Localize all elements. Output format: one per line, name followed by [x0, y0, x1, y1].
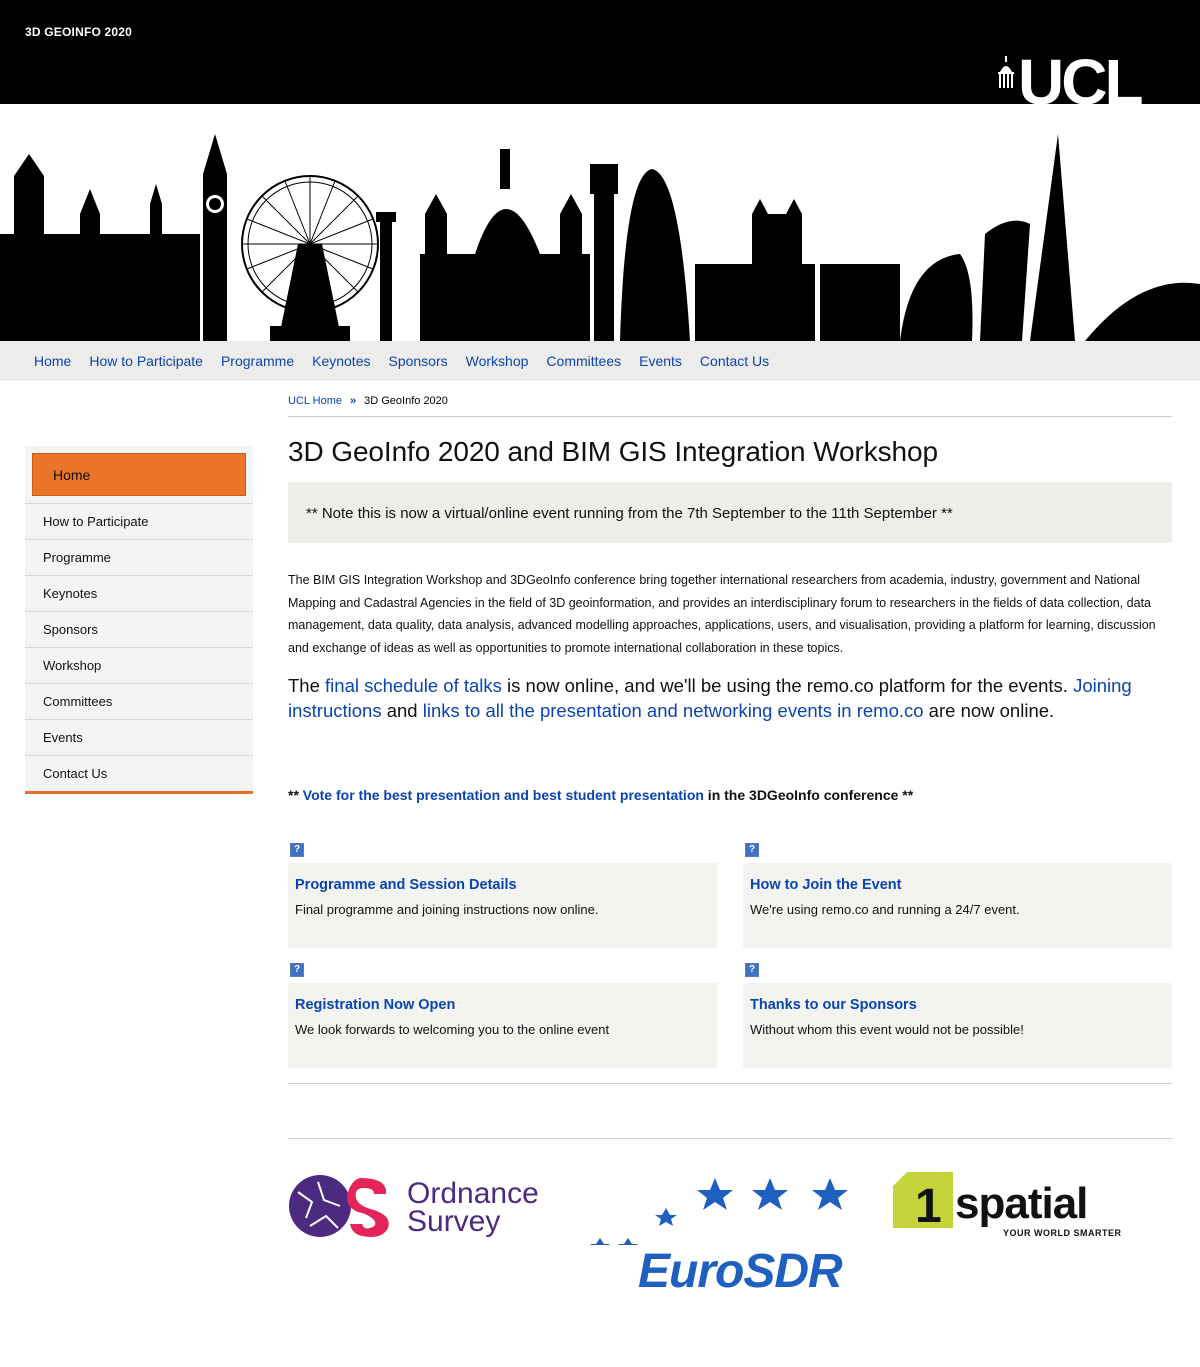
breadcrumb-current: 3D GeoInfo 2020 [364, 395, 448, 407]
card-how-to-join[interactable]: ? How to Join the Event We're using remo… [743, 843, 1172, 948]
broken-image-icon: ? [290, 843, 304, 857]
ordnance-survey-logo[interactable]: Ordnance Survey [288, 1172, 558, 1242]
nav-committees[interactable]: Committees [546, 353, 621, 369]
schedule-announcement: The final schedule of talks is now onlin… [288, 673, 1172, 723]
top-bar: 3D GEOINFO 2020 UCL [0, 0, 1200, 104]
announce-text-3: and [381, 700, 423, 721]
card-title[interactable]: Registration Now Open [295, 997, 717, 1013]
nav-contact-us[interactable]: Contact Us [700, 353, 769, 369]
page-title: 3D GeoInfo 2020 and BIM GIS Integration … [288, 436, 938, 467]
main-content: 3D GeoInfo 2020 and BIM GIS Integration … [288, 436, 1172, 803]
os-line2: Survey [407, 1205, 501, 1238]
card-title[interactable]: How to Join the Event [750, 877, 1172, 893]
card-programme[interactable]: ? Programme and Session Details Final pr… [288, 843, 717, 948]
sidebar-item-committees[interactable]: Committees [25, 683, 253, 719]
sidebar-nav: Home How to Participate Programme Keynot… [25, 446, 253, 794]
eurosdr-logo[interactable]: EuroSDR [590, 1170, 860, 1300]
virtual-event-notice: ** Note this is now a virtual/online eve… [288, 482, 1172, 543]
broken-image-icon: ? [745, 843, 759, 857]
nav-home[interactable]: Home [34, 353, 71, 369]
ucl-logo[interactable]: UCL [996, 50, 1172, 104]
announce-text-4: are now online. [923, 700, 1055, 721]
card-box: Programme and Session Details Final prog… [288, 863, 717, 948]
eurosdr-name: EuroSDR [638, 1245, 843, 1298]
card-text: Final programme and joining instructions… [295, 902, 599, 917]
sidebar-item-events[interactable]: Events [25, 719, 253, 755]
sidebar-item-sponsors[interactable]: Sponsors [25, 611, 253, 647]
broken-image-icon: ? [290, 963, 304, 977]
1spatial-logo[interactable]: 1 spatial YOUR WORLD SMARTER [893, 1172, 1158, 1242]
card-sponsors[interactable]: ? Thanks to our Sponsors Without whom th… [743, 963, 1172, 1068]
card-text: We look forwards to welcoming you to the… [295, 1022, 610, 1037]
os-line1: Ordnance [407, 1177, 539, 1210]
london-skyline-banner [0, 104, 1200, 341]
stars-icon [590, 1178, 848, 1245]
announce-text-2: is now online, and we'll be using the re… [501, 675, 1074, 696]
card-text: We're using remo.co and running a 24/7 e… [750, 902, 1020, 917]
vote-prefix: ** [288, 787, 303, 803]
os-emblem-icon [289, 1175, 389, 1237]
card-box: Registration Now Open We look forwards t… [288, 983, 717, 1068]
divider [288, 1138, 1172, 1139]
nav-events[interactable]: Events [639, 353, 682, 369]
final-schedule-link[interactable]: final schedule of talks [325, 675, 502, 696]
vote-announcement: ** Vote for the best presentation and be… [288, 787, 1172, 803]
nav-keynotes[interactable]: Keynotes [312, 353, 370, 369]
nav-programme[interactable]: Programme [221, 353, 294, 369]
nav-how-to-participate[interactable]: How to Participate [89, 353, 203, 369]
card-box: How to Join the Event We're using remo.c… [743, 863, 1172, 948]
site-name[interactable]: 3D GEOINFO 2020 [25, 25, 132, 39]
1spatial-emblem-icon: 1 [893, 1172, 953, 1228]
broken-image-icon: ? [745, 963, 759, 977]
nav-workshop[interactable]: Workshop [466, 353, 529, 369]
1spatial-tagline: YOUR WORLD SMARTER [1003, 1228, 1122, 1238]
main-nav: Home How to Participate Programme Keynot… [0, 341, 1200, 381]
card-box: Thanks to our Sponsors Without whom this… [743, 983, 1172, 1068]
vote-link[interactable]: Vote for the best presentation and best … [303, 787, 704, 803]
os-name: Ordnance Survey [407, 1177, 539, 1238]
sidebar-item-programme[interactable]: Programme [25, 539, 253, 575]
card-text: Without whom this event would not be pos… [750, 1022, 1024, 1037]
card-registration[interactable]: ? Registration Now Open We look forwards… [288, 963, 717, 1068]
card-title[interactable]: Thanks to our Sponsors [750, 997, 1172, 1013]
divider [288, 1083, 1172, 1084]
breadcrumb-ucl-home[interactable]: UCL Home [288, 395, 342, 407]
announce-text-1: The [288, 675, 326, 696]
ucl-logo-text: UCL [1018, 50, 1142, 104]
1spatial-digit: 1 [915, 1180, 942, 1228]
vote-suffix: in the 3DGeoInfo conference ** [703, 787, 914, 803]
sidebar-item-contact-us[interactable]: Contact Us [25, 755, 253, 791]
nav-sponsors[interactable]: Sponsors [388, 353, 447, 369]
sidebar-item-workshop[interactable]: Workshop [25, 647, 253, 683]
sidebar-item-home[interactable]: Home [32, 453, 246, 496]
remo-events-link[interactable]: links to all the presentation and networ… [423, 700, 924, 721]
breadcrumb: UCL Home » 3D GeoInfo 2020 [288, 395, 1172, 417]
sidebar-item-keynotes[interactable]: Keynotes [25, 575, 253, 611]
sidebar-item-how-to-participate[interactable]: How to Participate [25, 503, 253, 539]
breadcrumb-separator: » [350, 395, 357, 407]
card-title[interactable]: Programme and Session Details [295, 877, 717, 893]
intro-paragraph: The BIM GIS Integration Workshop and 3DG… [288, 573, 1156, 655]
1spatial-name: spatial [955, 1179, 1088, 1228]
